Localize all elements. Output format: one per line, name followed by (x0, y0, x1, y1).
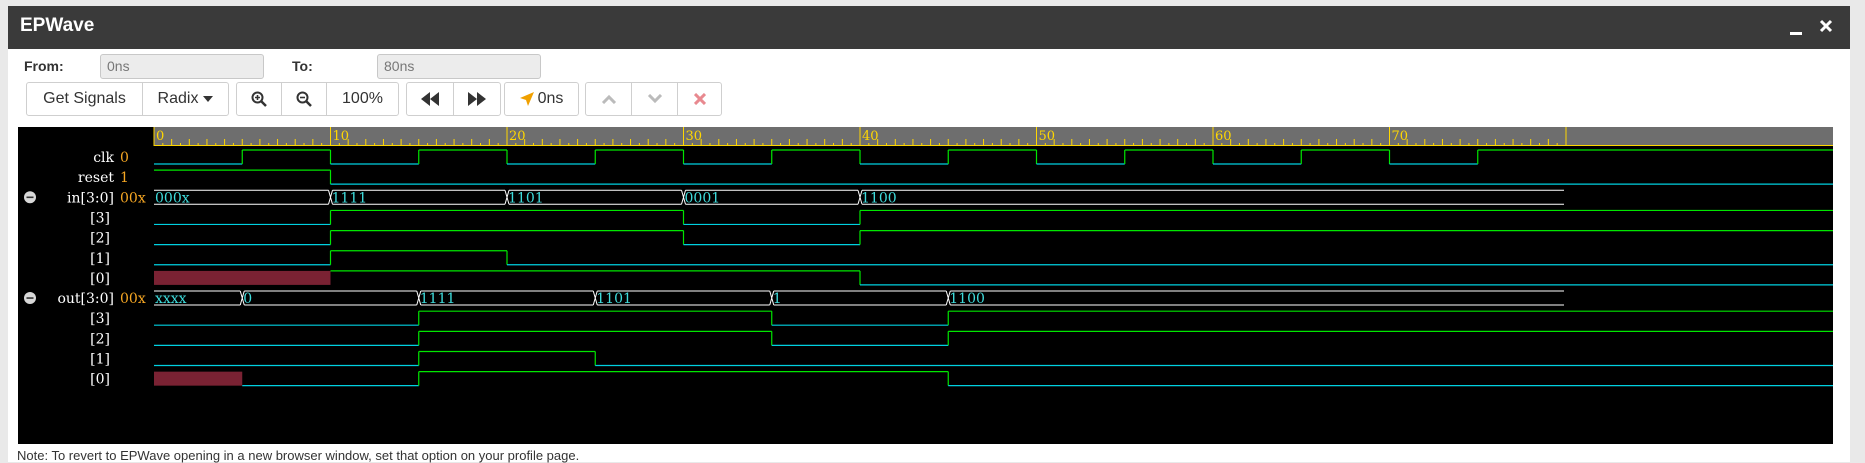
bus-value: 1100 (949, 291, 985, 307)
signal-name[interactable]: [1] (90, 251, 110, 267)
bus-value: 1111 (332, 190, 368, 206)
signal-name[interactable]: clk (93, 150, 114, 166)
get-signals-button[interactable]: Get Signals (26, 82, 143, 116)
close-icon[interactable] (1814, 14, 1838, 40)
bus-value: 1111 (420, 291, 456, 307)
bus-value: xxxx (155, 291, 187, 307)
signal-name[interactable]: reset (78, 170, 114, 186)
time-ruler (154, 127, 1833, 146)
from-label: From: (24, 58, 64, 74)
ruler-tick-label: 20 (509, 129, 526, 144)
signal-name[interactable]: [3] (90, 210, 110, 226)
from-field[interactable]: 0ns (100, 54, 264, 79)
waveform-background (18, 127, 1833, 444)
caret-down-icon (203, 96, 214, 102)
bus-value: 0 (243, 291, 252, 307)
x-state-block (154, 371, 243, 386)
signal-value: 0 (120, 150, 129, 166)
signal-name[interactable]: [2] (90, 331, 110, 347)
ruler-tick-label: 0 (156, 129, 164, 144)
minimize-icon[interactable] (1784, 14, 1808, 40)
signal-name[interactable]: [0] (90, 372, 110, 388)
move-down-button[interactable] (631, 82, 678, 116)
zoom-out-icon (296, 91, 312, 107)
radix-label: Radix (157, 90, 199, 107)
bus-value: 000x (155, 190, 190, 206)
radix-button[interactable]: Radix (142, 82, 229, 116)
bus-value: 1101 (508, 190, 544, 206)
signal-value: 00x (120, 291, 146, 307)
signal-name[interactable]: in[3:0] (67, 190, 114, 206)
ruler-tick-label: 70 (1392, 129, 1409, 144)
title-bar: EPWave (8, 6, 1850, 49)
zoom-level-button[interactable]: 100% (326, 82, 399, 116)
zoom-in-icon (251, 91, 267, 107)
signal-name[interactable]: [1] (90, 352, 110, 368)
fast-forward-button[interactable] (453, 82, 501, 116)
bus-value: 1 (773, 291, 782, 307)
to-label: To: (292, 58, 313, 74)
signal-name[interactable]: [0] (90, 271, 110, 287)
delete-icon (693, 93, 706, 105)
ruler-tick-label: 10 (333, 129, 350, 144)
delete-signal-button[interactable] (677, 82, 722, 116)
profile-note: Note: To revert to EPWave opening in a n… (17, 448, 580, 463)
bus-value: 0001 (685, 190, 721, 206)
waveform-viewer[interactable]: 0 10 20 30 40 50 60 70clk 0reset 1in[3:0] 00x 000x 1… (18, 127, 1833, 444)
ruler-tick-label: 50 (1039, 129, 1056, 144)
bus-value: 1101 (596, 291, 632, 307)
move-up-button[interactable] (585, 82, 632, 116)
rewind-icon (421, 92, 439, 106)
ruler-tick-label: 30 (686, 129, 703, 144)
up-arrow-icon (601, 94, 617, 104)
signal-name[interactable]: [2] (90, 231, 110, 247)
bus-value: 1100 (861, 190, 897, 206)
signal-value: 1 (120, 170, 129, 186)
rewind-button[interactable] (406, 82, 454, 116)
fast-forward-icon (468, 92, 486, 106)
window-title: EPWave (20, 15, 95, 36)
cursor-time-button[interactable]: 0ns (504, 82, 579, 116)
signal-value: 00x (120, 190, 146, 206)
zoom-out-button[interactable] (281, 82, 327, 116)
signal-name[interactable]: out[3:0] (57, 291, 114, 307)
cursor-icon (519, 92, 534, 106)
down-arrow-icon (647, 94, 663, 104)
x-state-block (154, 270, 331, 285)
ruler-tick-label: 40 (862, 129, 879, 144)
ruler-tick-label: 60 (1215, 129, 1232, 144)
zoom-in-button[interactable] (236, 82, 282, 116)
signal-name[interactable]: [3] (90, 311, 110, 327)
to-field[interactable]: 80ns (377, 54, 541, 79)
cursor-time-label: 0ns (537, 90, 564, 107)
